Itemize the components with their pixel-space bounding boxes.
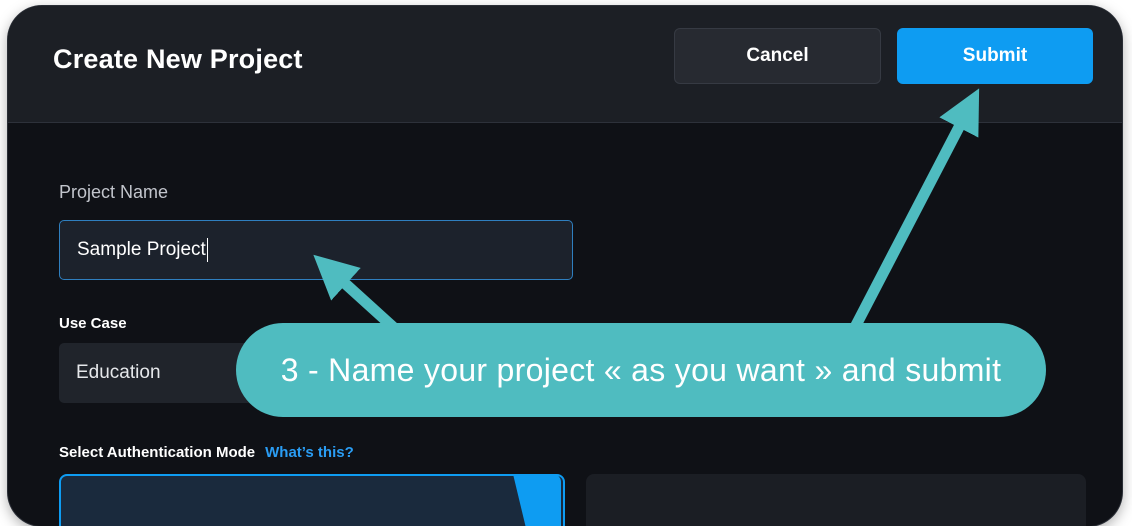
auth-mode-option[interactable] [586, 474, 1086, 526]
arrow-to-submit-button [848, 88, 980, 334]
dialog-header: Create New Project Cancel Submit [8, 6, 1122, 123]
dialog-title: Create New Project [53, 44, 303, 74]
auth-mode-label: Select Authentication Mode What’s this? [59, 444, 354, 461]
project-name-input[interactable]: Sample Project [59, 220, 573, 280]
create-project-dialog: Create New Project Cancel Submit Project… [8, 6, 1122, 526]
submit-button[interactable]: Submit [897, 28, 1093, 84]
whats-this-link[interactable]: What’s this? [265, 444, 354, 461]
auth-mode-option-selected[interactable] [59, 474, 565, 526]
text-caret [206, 238, 208, 262]
annotation-callout: 3 - Name your project « as you want » an… [236, 323, 1046, 417]
project-name-value: Sample Project [77, 239, 206, 260]
auth-mode-label-text: Select Authentication Mode [59, 444, 256, 461]
use-case-value: Education [76, 362, 161, 383]
cancel-button[interactable]: Cancel [674, 28, 881, 84]
project-name-label: Project Name [59, 182, 169, 202]
use-case-label: Use Case [59, 315, 127, 332]
